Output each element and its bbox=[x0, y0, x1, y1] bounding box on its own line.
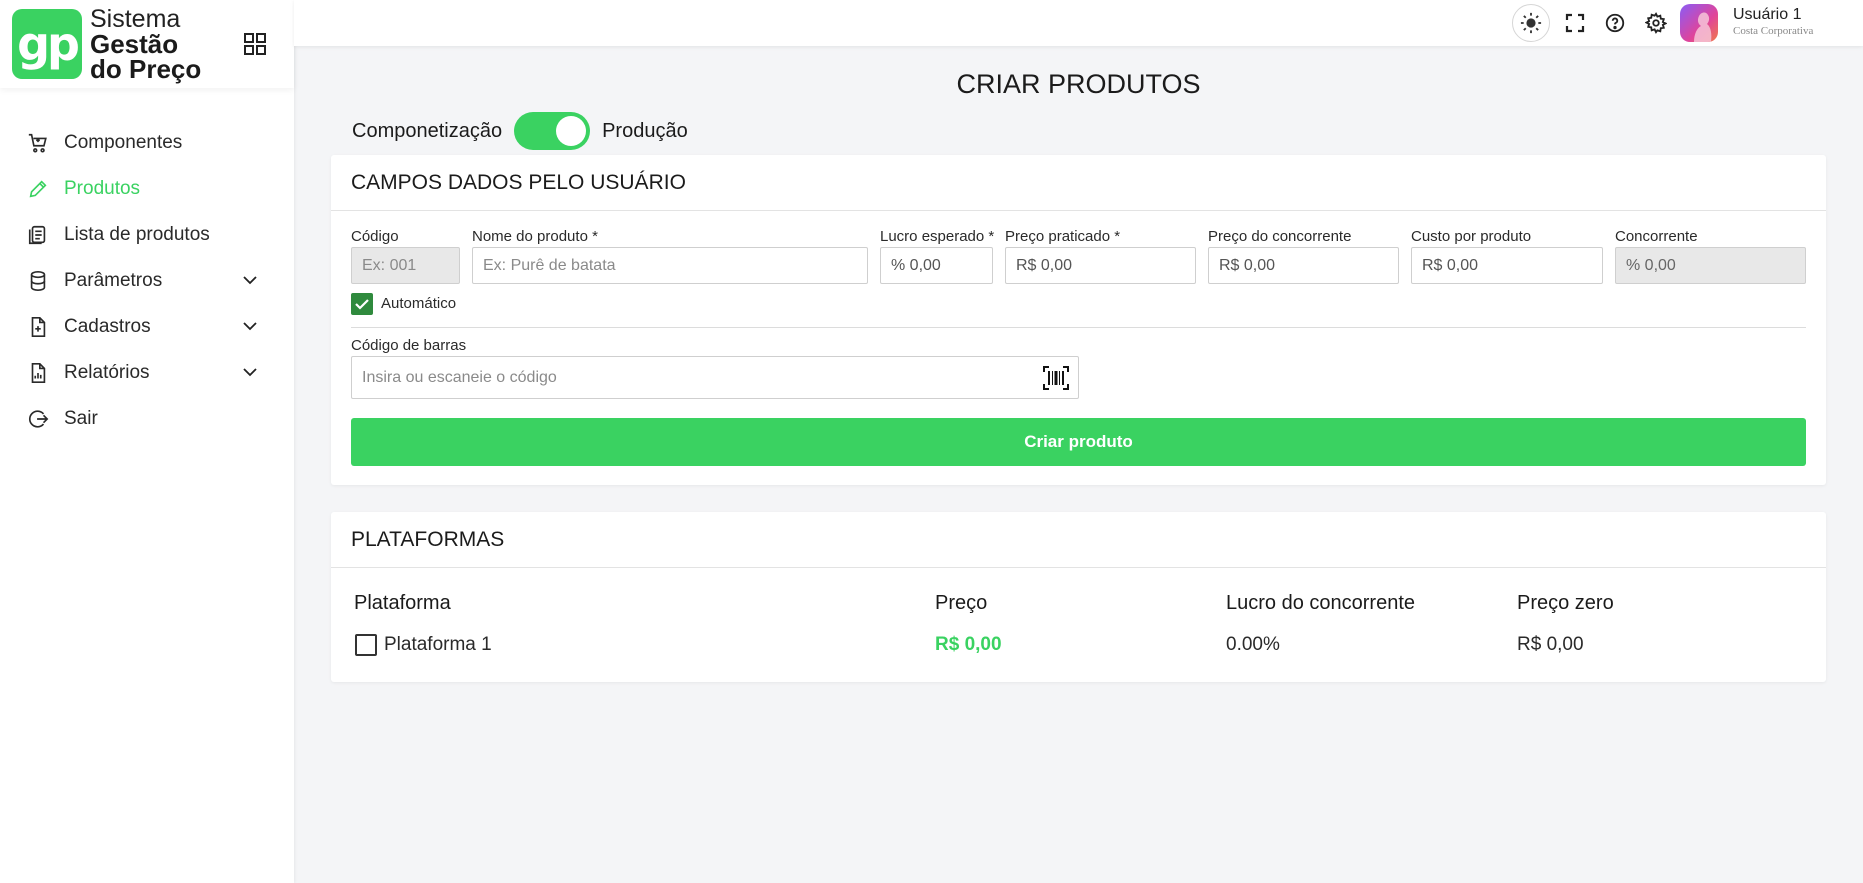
automatico-label: Automático bbox=[381, 295, 457, 312]
list-icon bbox=[26, 223, 50, 247]
help-icon bbox=[1605, 13, 1625, 33]
column-header-preco: Preço bbox=[935, 592, 988, 614]
brand-line-2: Gestão bbox=[90, 28, 179, 59]
settings-button[interactable] bbox=[1641, 8, 1671, 38]
sidebar-item-cadastros[interactable]: Cadastros bbox=[0, 304, 294, 350]
column-header-plataforma: Plataforma bbox=[354, 592, 451, 614]
sidebar-item-label: Cadastros bbox=[64, 316, 151, 337]
chevron-down-icon[interactable] bbox=[240, 270, 260, 290]
chevron-down-icon[interactable] bbox=[240, 316, 260, 336]
platform-preco-zero: R$ 0,00 bbox=[1517, 634, 1584, 655]
divider bbox=[351, 327, 1806, 328]
brand-name: Sistema Gestão do Preço bbox=[90, 4, 202, 84]
logo[interactable]: gp bbox=[12, 9, 82, 79]
sidebar-item-sair[interactable]: Sair bbox=[0, 396, 294, 442]
platform-lucro: 0.00% bbox=[1226, 634, 1280, 655]
grid-menu-icon[interactable] bbox=[244, 33, 266, 55]
section-title: PLATAFORMAS bbox=[331, 512, 1826, 568]
theme-toggle-button[interactable] bbox=[1512, 4, 1550, 42]
concorrente-label: Concorrente bbox=[1615, 228, 1698, 245]
database-icon bbox=[26, 269, 50, 293]
page-title: CRIAR PRODUTOS bbox=[956, 69, 1201, 99]
check-icon bbox=[355, 299, 369, 310]
nome-produto-input[interactable]: Ex: Purê de batata bbox=[472, 247, 868, 284]
column-header-preco-zero: Preço zero bbox=[1517, 592, 1614, 614]
document-add-icon bbox=[26, 315, 50, 339]
pencil-icon bbox=[26, 177, 50, 201]
toggle-knob bbox=[556, 116, 587, 146]
topbar: Usuário 1 Costa Corporativa bbox=[294, 0, 1863, 46]
sidebar-item-label: Relatórios bbox=[64, 362, 150, 383]
column-header-lucro: Lucro do concorrente bbox=[1226, 592, 1416, 614]
user-organization: Costa Corporativa bbox=[1733, 25, 1814, 37]
lucro-label: Lucro esperado * bbox=[880, 228, 995, 245]
concorrente-input[interactable]: % 0,00 bbox=[1615, 247, 1806, 284]
sidebar: gp Sistema Gestão do Preço Componentes P… bbox=[0, 0, 294, 883]
report-icon bbox=[26, 361, 50, 385]
user-photo bbox=[1694, 12, 1712, 42]
platform-preco: R$ 0,00 bbox=[935, 634, 1002, 655]
brand-line-1: Sistema bbox=[90, 4, 181, 33]
barcode-label: Código de barras bbox=[351, 337, 467, 354]
custo-label: Custo por produto bbox=[1411, 228, 1532, 245]
toggle-left-label: Componetização bbox=[352, 119, 503, 142]
sidebar-item-relatorios[interactable]: Relatórios bbox=[0, 350, 294, 396]
cart-icon bbox=[26, 131, 50, 155]
sidebar-item-label: Lista de produtos bbox=[64, 224, 210, 245]
custo-produto-input[interactable]: R$ 0,00 bbox=[1411, 247, 1603, 284]
fullscreen-icon bbox=[1565, 13, 1585, 33]
mode-toggle-row: Componetização Produção bbox=[352, 112, 688, 150]
preco-praticado-input[interactable]: R$ 0,00 bbox=[1005, 247, 1196, 284]
lucro-esperado-input[interactable]: % 0,00 bbox=[880, 247, 993, 284]
fullscreen-button[interactable] bbox=[1560, 8, 1590, 38]
brand-line-3: do Preço bbox=[90, 53, 202, 84]
barcode-scan-icon[interactable] bbox=[1043, 366, 1069, 390]
mode-toggle-switch[interactable] bbox=[514, 112, 591, 150]
help-button[interactable] bbox=[1600, 8, 1630, 38]
toggle-right-label: Produção bbox=[602, 119, 688, 142]
sidebar-item-lista-de-produtos[interactable]: Lista de produtos bbox=[0, 212, 294, 258]
sidebar-item-componentes[interactable]: Componentes bbox=[0, 120, 294, 166]
sidebar-item-label: Componentes bbox=[64, 132, 183, 153]
create-product-button[interactable]: Criar produto bbox=[351, 418, 1806, 466]
sun-icon bbox=[1520, 12, 1542, 34]
logout-icon bbox=[26, 407, 50, 431]
platforms-card: PLATAFORMAS Plataforma Preço Lucro do co… bbox=[331, 512, 1826, 682]
preco-concorrente-input[interactable]: R$ 0,00 bbox=[1208, 247, 1399, 284]
sidebar-item-label: Produtos bbox=[64, 178, 141, 199]
sidebar-item-produtos[interactable]: Produtos bbox=[0, 166, 294, 212]
platform-checkbox[interactable] bbox=[355, 634, 377, 656]
chevron-down-icon[interactable] bbox=[240, 362, 260, 382]
codigo-input[interactable]: Ex: 001 bbox=[351, 247, 460, 284]
barcode-input[interactable]: Insira ou escaneie o código bbox=[351, 356, 1079, 399]
sidebar-item-label: Sair bbox=[64, 408, 98, 429]
nome-label: Nome do produto * bbox=[472, 228, 598, 245]
sidebar-nav: Componentes Produtos Lista de produtos P… bbox=[0, 120, 294, 442]
sidebar-item-parametros[interactable]: Parâmetros bbox=[0, 258, 294, 304]
user-name[interactable]: Usuário 1 bbox=[1733, 6, 1801, 24]
automatico-checkbox[interactable] bbox=[351, 293, 373, 315]
avatar[interactable] bbox=[1680, 4, 1718, 42]
preco-praticado-label: Preço praticado * bbox=[1005, 228, 1121, 245]
gear-icon bbox=[1645, 12, 1667, 34]
platform-name: Plataforma 1 bbox=[384, 634, 492, 655]
user-fields-card: CAMPOS DADOS PELO USUÁRIO Código Ex: 001… bbox=[331, 155, 1826, 485]
sidebar-item-label: Parâmetros bbox=[64, 270, 163, 291]
brand: gp Sistema Gestão do Preço bbox=[0, 0, 294, 88]
preco-concorrente-label: Preço do concorrente bbox=[1208, 228, 1352, 245]
codigo-label: Código bbox=[351, 228, 399, 245]
section-title: CAMPOS DADOS PELO USUÁRIO bbox=[331, 155, 1826, 211]
